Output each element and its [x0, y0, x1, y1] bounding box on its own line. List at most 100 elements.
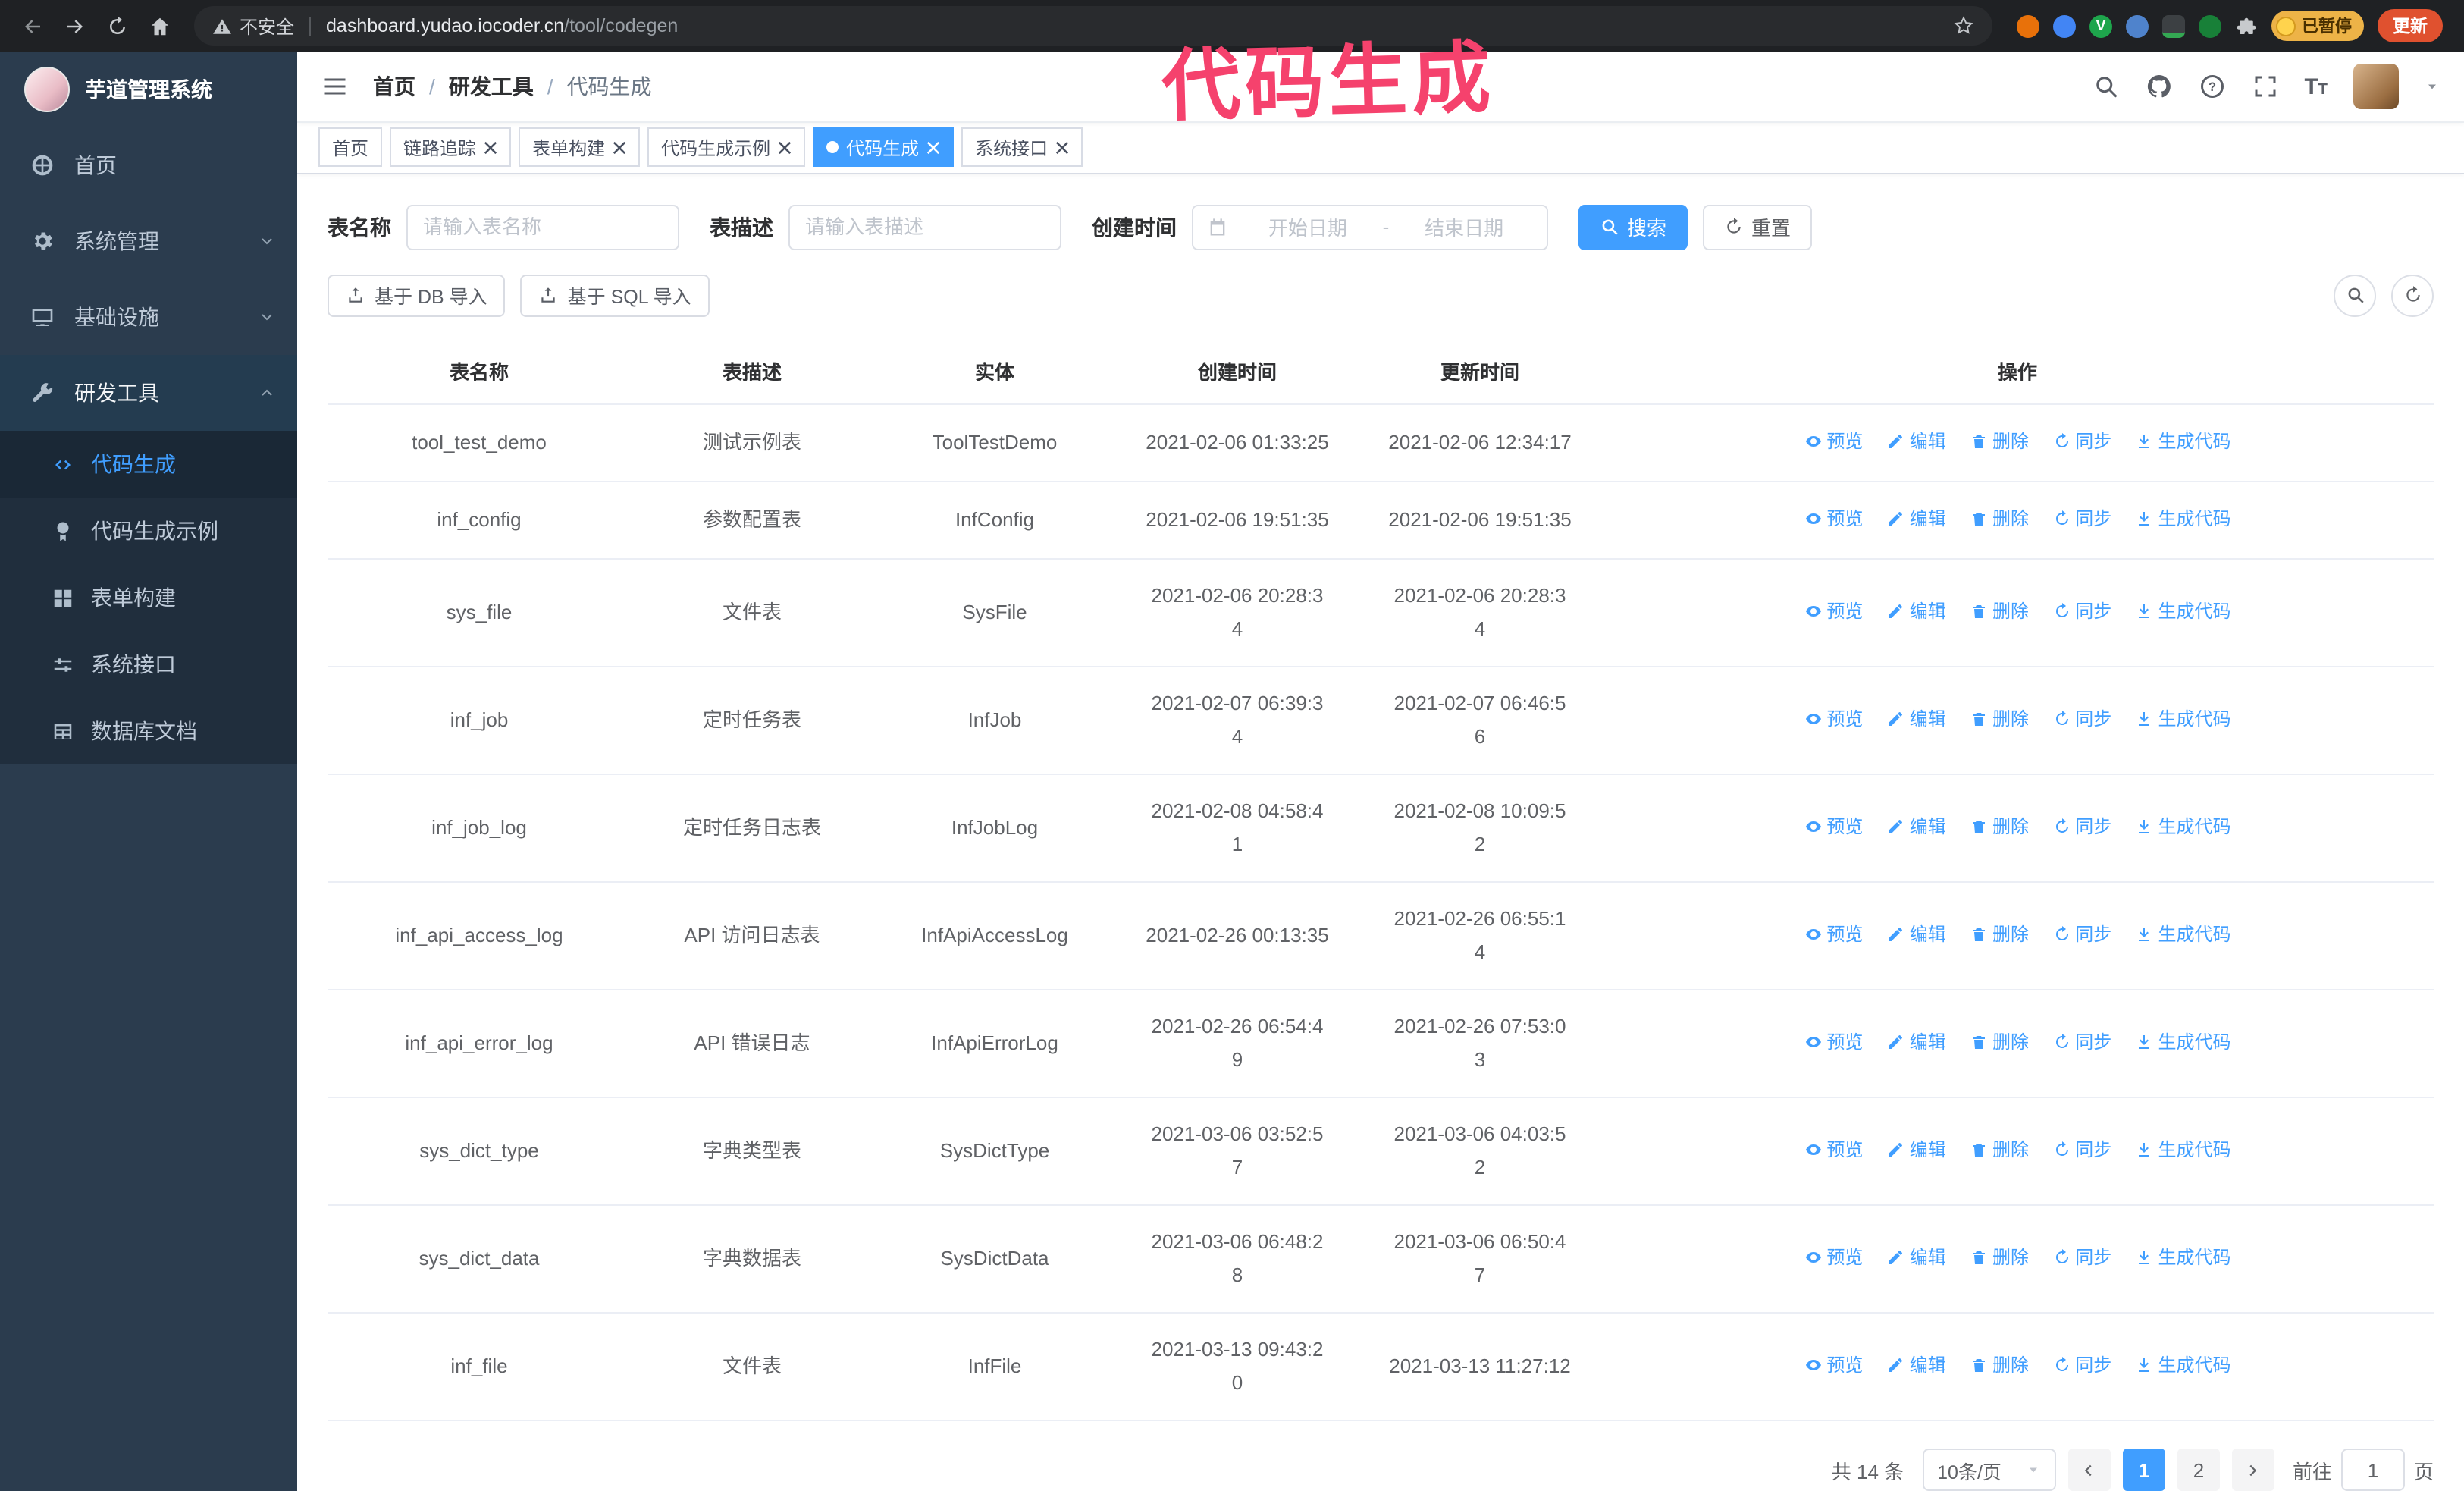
- extension-screenshot-icon[interactable]: [2162, 14, 2185, 37]
- generate-code-action[interactable]: 生成代码: [2136, 595, 2231, 628]
- sidebar-item-api[interactable]: 系统接口: [0, 631, 297, 698]
- sync-action[interactable]: 同步: [2052, 702, 2111, 736]
- browser-refresh-icon[interactable]: [97, 6, 136, 46]
- app-logo[interactable]: 芋道管理系统: [0, 52, 297, 127]
- preview-action[interactable]: 预览: [1804, 918, 1863, 951]
- bookmark-star-icon[interactable]: [1953, 15, 1974, 36]
- edit-action[interactable]: 编辑: [1887, 595, 1946, 628]
- generate-code-action[interactable]: 生成代码: [2136, 502, 2231, 535]
- tab-codegen[interactable]: 代码生成: [813, 127, 955, 168]
- next-page-button[interactable]: [2231, 1449, 2274, 1491]
- sidebar-item-devtools[interactable]: 研发工具: [0, 355, 297, 431]
- browser-address-bar[interactable]: 不安全 dashboard.yudao.iocoder.cn/tool/code…: [194, 6, 1992, 46]
- help-icon[interactable]: ?: [2198, 73, 2225, 100]
- extension-v-icon[interactable]: V: [2089, 14, 2112, 37]
- browser-back-icon[interactable]: [12, 6, 52, 46]
- preview-action[interactable]: 预览: [1804, 1025, 1863, 1059]
- breadcrumb-home[interactable]: 首页: [373, 71, 415, 102]
- sidebar-item-codegen[interactable]: 代码生成: [0, 431, 297, 498]
- tab-form-builder[interactable]: 表单构建: [519, 127, 641, 168]
- page-button-1[interactable]: 1: [2122, 1449, 2165, 1491]
- preview-action[interactable]: 预览: [1804, 502, 1863, 535]
- generate-code-action[interactable]: 生成代码: [2136, 1348, 2231, 1382]
- generate-code-action[interactable]: 生成代码: [2136, 425, 2231, 458]
- tab-api[interactable]: 系统接口: [961, 127, 1083, 168]
- delete-action[interactable]: 删除: [1970, 702, 2029, 736]
- sync-action[interactable]: 同步: [2052, 1241, 2111, 1274]
- preview-action[interactable]: 预览: [1804, 1241, 1863, 1274]
- sync-action[interactable]: 同步: [2052, 810, 2111, 843]
- sync-action[interactable]: 同步: [2052, 425, 2111, 458]
- delete-action[interactable]: 删除: [1970, 810, 2029, 843]
- import-db-button[interactable]: 基于 DB 导入: [328, 274, 506, 316]
- delete-action[interactable]: 删除: [1970, 1025, 2029, 1059]
- delete-action[interactable]: 删除: [1970, 425, 2029, 458]
- delete-action[interactable]: 删除: [1970, 502, 2029, 535]
- browser-update-button[interactable]: 更新: [2378, 9, 2443, 42]
- font-size-icon[interactable]: TT: [2304, 74, 2328, 99]
- preview-action[interactable]: 预览: [1804, 1348, 1863, 1382]
- create-time-range-picker[interactable]: 开始日期 - 结束日期: [1192, 204, 1548, 250]
- edit-action[interactable]: 编辑: [1887, 918, 1946, 951]
- reset-button[interactable]: 重置: [1703, 204, 1813, 250]
- extension-orange-icon[interactable]: [2017, 14, 2039, 37]
- browser-forward-icon[interactable]: [55, 6, 94, 46]
- sidebar-item-infra[interactable]: 基础设施: [0, 279, 297, 355]
- paused-extension-badge[interactable]: 已暂停: [2271, 11, 2364, 41]
- search-button[interactable]: 搜索: [1578, 204, 1688, 250]
- generate-code-action[interactable]: 生成代码: [2136, 810, 2231, 843]
- tab-tracing[interactable]: 链路追踪: [390, 127, 512, 168]
- preview-action[interactable]: 预览: [1804, 425, 1863, 458]
- edit-action[interactable]: 编辑: [1887, 425, 1946, 458]
- extension-people-icon[interactable]: [2126, 14, 2149, 37]
- close-tab-icon[interactable]: [778, 141, 792, 155]
- generate-code-action[interactable]: 生成代码: [2136, 702, 2231, 736]
- delete-action[interactable]: 删除: [1970, 1241, 2029, 1274]
- table-desc-input[interactable]: [788, 204, 1061, 250]
- delete-action[interactable]: 删除: [1970, 1348, 2029, 1382]
- github-icon[interactable]: [2145, 73, 2172, 100]
- sidebar-toggle-icon[interactable]: [321, 73, 349, 100]
- generate-code-action[interactable]: 生成代码: [2136, 918, 2231, 951]
- sync-action[interactable]: 同步: [2052, 918, 2111, 951]
- close-tab-icon[interactable]: [484, 141, 497, 155]
- sidebar-item-codegen-example[interactable]: 代码生成示例: [0, 498, 297, 564]
- avatar[interactable]: [2353, 64, 2399, 110]
- sync-action[interactable]: 同步: [2052, 1133, 2111, 1166]
- preview-action[interactable]: 预览: [1804, 1133, 1863, 1166]
- browser-home-icon[interactable]: [140, 6, 179, 46]
- fullscreen-icon[interactable]: [2251, 73, 2278, 100]
- extensions-puzzle-icon[interactable]: [2235, 14, 2258, 37]
- edit-action[interactable]: 编辑: [1887, 502, 1946, 535]
- sync-action[interactable]: 同步: [2052, 1348, 2111, 1382]
- table-name-input[interactable]: [406, 204, 679, 250]
- page-button-2[interactable]: 2: [2177, 1449, 2220, 1491]
- page-size-select[interactable]: 10条/页: [1922, 1449, 2056, 1491]
- edit-action[interactable]: 编辑: [1887, 1025, 1946, 1059]
- close-tab-icon[interactable]: [613, 141, 626, 155]
- extension-drop-icon[interactable]: [2053, 14, 2076, 37]
- delete-action[interactable]: 删除: [1970, 1133, 2029, 1166]
- toggle-search-button[interactable]: [2334, 274, 2376, 316]
- sync-action[interactable]: 同步: [2052, 1025, 2111, 1059]
- edit-action[interactable]: 编辑: [1887, 810, 1946, 843]
- preview-action[interactable]: 预览: [1804, 702, 1863, 736]
- sync-action[interactable]: 同步: [2052, 502, 2111, 535]
- extension-leaf-icon[interactable]: [2199, 14, 2221, 37]
- generate-code-action[interactable]: 生成代码: [2136, 1133, 2231, 1166]
- delete-action[interactable]: 删除: [1970, 918, 2029, 951]
- edit-action[interactable]: 编辑: [1887, 1241, 1946, 1274]
- delete-action[interactable]: 删除: [1970, 595, 2029, 628]
- edit-action[interactable]: 编辑: [1887, 702, 1946, 736]
- preview-action[interactable]: 预览: [1804, 595, 1863, 628]
- import-sql-button[interactable]: 基于 SQL 导入: [520, 274, 710, 316]
- goto-page-input[interactable]: [2340, 1449, 2405, 1491]
- search-icon[interactable]: [2092, 73, 2119, 100]
- close-tab-icon[interactable]: [926, 141, 940, 155]
- preview-action[interactable]: 预览: [1804, 810, 1863, 843]
- chevron-down-icon[interactable]: [2425, 79, 2440, 94]
- sidebar-item-db-doc[interactable]: 数据库文档: [0, 698, 297, 764]
- sidebar-item-system[interactable]: 系统管理: [0, 203, 297, 279]
- breadcrumb-devtools[interactable]: 研发工具: [449, 71, 534, 102]
- generate-code-action[interactable]: 生成代码: [2136, 1241, 2231, 1274]
